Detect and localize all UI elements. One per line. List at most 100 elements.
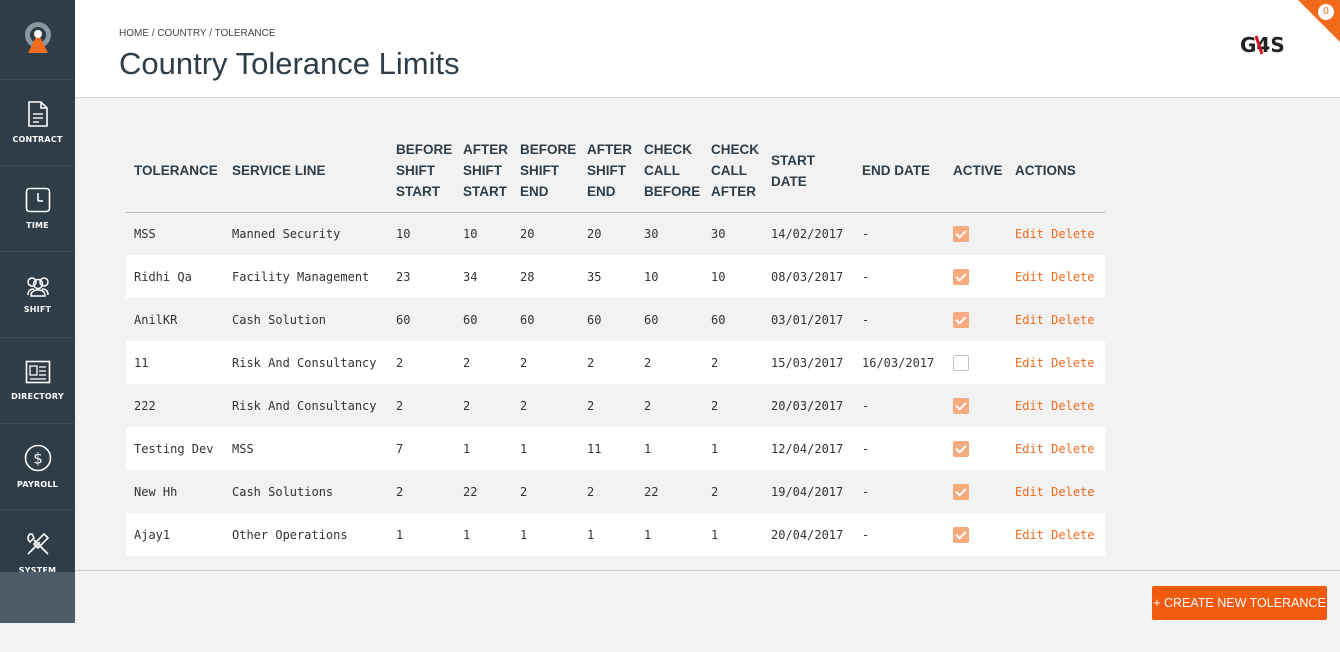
cell-actions: Edit Delete (1007, 427, 1105, 470)
cell-active (945, 384, 1007, 427)
app-logo[interactable] (0, 0, 75, 80)
delete-link[interactable]: Delete (1051, 442, 1094, 456)
tolerance-table: TOLERANCE SERVICE LINE BEFORE SHIFT START A… (126, 130, 1105, 556)
cell-ase: 1 (579, 513, 636, 556)
sidebar-footer (0, 572, 75, 623)
cell-cca: 2 (703, 470, 763, 513)
cell-ccb: 2 (636, 384, 703, 427)
cell-bse: 20 (512, 212, 579, 255)
cell-ass: 1 (455, 513, 512, 556)
cell-bse: 60 (512, 298, 579, 341)
table-row: New Hh Cash Solutions 2 22 2 2 22 2 19/04/2017- E… (126, 470, 1105, 513)
cell-ccb: 2 (636, 341, 703, 384)
delete-link[interactable]: Delete (1051, 356, 1094, 370)
cell-tolerance: 11 (126, 341, 224, 384)
sidebar-item-label: CONTRACT (12, 135, 63, 144)
breadcrumb[interactable]: HOME / COUNTRY / TOLERANCE (119, 28, 276, 39)
active-checkbox[interactable] (953, 526, 969, 543)
table-row: Testing Dev MSS 7 1 1 11 1 1 12/04/2017- Edit Del… (126, 427, 1105, 470)
cell-ass: 10 (455, 212, 512, 255)
cell-start: 14/02/2017 (763, 212, 854, 255)
cell-end: 16/03/2017 (854, 341, 945, 384)
column-header: SERVICE LINE (224, 130, 388, 213)
active-checkbox[interactable] (953, 311, 969, 328)
g4s-logo: G4S (1238, 32, 1288, 58)
sidebar-item-contract[interactable]: CONTRACT (0, 80, 75, 166)
edit-link[interactable]: Edit (1015, 227, 1044, 241)
cell-active (945, 212, 1007, 255)
column-header: ACTIVE (945, 130, 1007, 213)
sidebar-item-time[interactable]: TIME (0, 166, 75, 252)
cell-bss: 2 (388, 470, 455, 513)
cell-tolerance: MSS (126, 212, 224, 255)
cell-start: 08/03/2017 (763, 255, 854, 298)
delete-link[interactable]: Delete (1051, 485, 1094, 499)
create-new-tolerance-button[interactable]: + CREATE NEW TOLERANCE (1152, 586, 1327, 620)
page-footer: + CREATE NEW TOLERANCE (75, 570, 1340, 623)
sidebar-item-label: DIRECTORY (11, 392, 64, 401)
notification-corner[interactable]: 0 (1290, 0, 1340, 50)
sidebar-item-label: TIME (26, 221, 49, 230)
sidebar-item-label: PAYROLL (17, 480, 58, 489)
cell-end: - (854, 212, 945, 255)
cell-ase: 2 (579, 384, 636, 427)
cell-end: - (854, 384, 945, 427)
delete-link[interactable]: Delete (1051, 528, 1094, 542)
cell-service-line: Manned Security (224, 212, 388, 255)
active-checkbox[interactable] (953, 354, 969, 371)
cell-end: - (854, 513, 945, 556)
column-header: END DATE (854, 130, 945, 213)
delete-link[interactable]: Delete (1051, 313, 1094, 327)
column-header: BEFORE SHIFT START (388, 130, 455, 213)
delete-link[interactable]: Delete (1051, 227, 1094, 241)
cell-bss: 2 (388, 341, 455, 384)
cell-active (945, 513, 1007, 556)
edit-link[interactable]: Edit (1015, 528, 1044, 542)
active-checkbox[interactable] (953, 268, 969, 285)
sidebar-item-shift[interactable]: SHIFT (0, 252, 75, 338)
cell-ase: 2 (579, 341, 636, 384)
table-body: MSS Manned Security 10 10 20 20 30 30 14/02/2017… (126, 212, 1105, 556)
cell-bse: 2 (512, 341, 579, 384)
active-checkbox[interactable] (953, 397, 969, 414)
cell-active (945, 427, 1007, 470)
active-checkbox[interactable] (953, 483, 969, 500)
active-checkbox[interactable] (953, 225, 969, 242)
table-row: Ajay1 Other Operations 1 1 1 1 1 1 20/04/2017- Ed… (126, 513, 1105, 556)
cell-service-line: Other Operations (224, 513, 388, 556)
cell-service-line: Risk And Consultancy (224, 341, 388, 384)
page-title: Country Tolerance Limits (119, 46, 460, 81)
edit-link[interactable]: Edit (1015, 356, 1044, 370)
active-checkbox[interactable] (953, 440, 969, 457)
cell-cca: 2 (703, 384, 763, 427)
table-row: MSS Manned Security 10 10 20 20 30 30 14/02/2017… (126, 212, 1105, 255)
column-header: AFTER SHIFT START (455, 130, 512, 213)
cell-ccb: 1 (636, 427, 703, 470)
cell-service-line: Facility Management (224, 255, 388, 298)
table-row: Ridhi Qa Facility Management 23 34 28 35 10 10 0… (126, 255, 1105, 298)
cell-ass: 60 (455, 298, 512, 341)
edit-link[interactable]: Edit (1015, 485, 1044, 499)
sidebar-item-payroll[interactable]: $ PAYROLL (0, 424, 75, 510)
edit-link[interactable]: Edit (1015, 270, 1044, 284)
cell-actions: Edit Delete (1007, 384, 1105, 427)
cell-bse: 1 (512, 427, 579, 470)
edit-link[interactable]: Edit (1015, 442, 1044, 456)
delete-link[interactable]: Delete (1051, 270, 1094, 284)
edit-link[interactable]: Edit (1015, 399, 1044, 413)
column-header: AFTER SHIFT END (579, 130, 636, 213)
app-logo-icon (24, 21, 51, 53)
cell-ccb: 22 (636, 470, 703, 513)
sidebar-item-directory[interactable]: DIRECTORY (0, 338, 75, 424)
edit-link[interactable]: Edit (1015, 313, 1044, 327)
delete-link[interactable]: Delete (1051, 399, 1094, 413)
cell-service-line: MSS (224, 427, 388, 470)
cell-start: 19/04/2017 (763, 470, 854, 513)
table-row: 222 Risk And Consultancy 2 2 2 2 2 2 20/03/2017-… (126, 384, 1105, 427)
cell-cca: 30 (703, 212, 763, 255)
cell-ccb: 1 (636, 513, 703, 556)
cell-bss: 10 (388, 212, 455, 255)
cell-start: 20/03/2017 (763, 384, 854, 427)
users-icon (26, 277, 49, 297)
cell-actions: Edit Delete (1007, 212, 1105, 255)
